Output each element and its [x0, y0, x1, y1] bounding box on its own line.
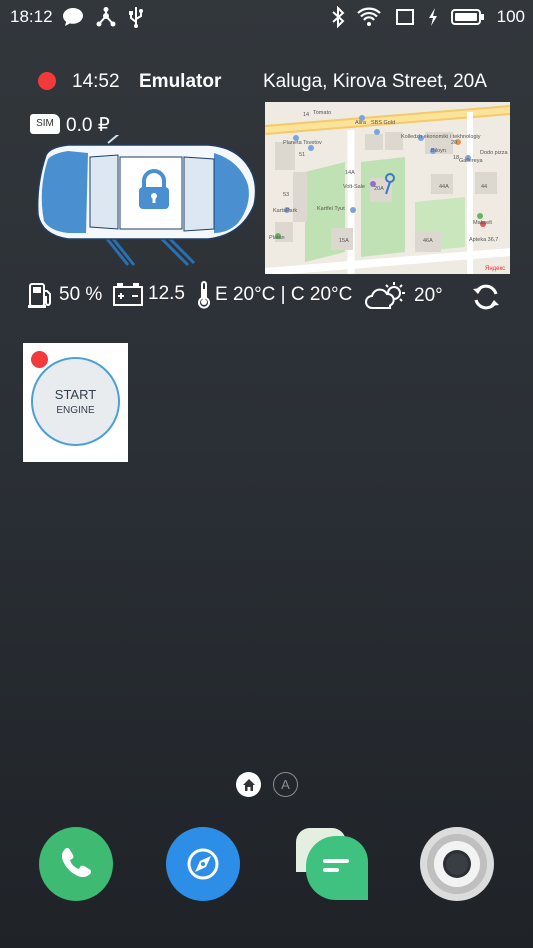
phone-app[interactable] — [38, 826, 114, 902]
map-label: 44 — [481, 184, 487, 190]
temperature-metric: E 20°C | C 20°C — [197, 281, 352, 309]
car-image[interactable] — [28, 135, 260, 270]
weather-metric: 20° — [364, 281, 443, 311]
messages-app[interactable] — [292, 826, 368, 902]
map-label: 20 — [451, 140, 457, 146]
battery-metric: 12.5 — [112, 281, 185, 307]
map-label: Volt-Sale — [343, 184, 365, 190]
map-label: Makselt — [473, 220, 492, 226]
map-label: 15A — [339, 238, 349, 244]
fuel-pump-icon — [28, 283, 51, 308]
page-dot-a[interactable]: A — [273, 772, 298, 797]
wifi-icon — [356, 7, 381, 26]
map-label: 53 — [283, 192, 289, 198]
temperature-value: E 20°C | C 20°C — [215, 284, 353, 305]
widget-time: 14:52 — [72, 71, 120, 92]
screen-cast-icon — [395, 9, 414, 25]
battery-icon — [450, 9, 484, 25]
camera-icon — [443, 850, 471, 878]
sim-icon: SIM — [30, 114, 60, 134]
refresh-icon[interactable] — [470, 281, 502, 313]
usb-icon — [129, 7, 143, 28]
device-name: Emulator — [139, 71, 222, 92]
page-indicator: A — [236, 772, 298, 797]
partly-cloudy-icon — [365, 282, 405, 309]
camera-app[interactable] — [419, 826, 495, 902]
weather-value: 20° — [414, 285, 443, 306]
charging-icon — [428, 8, 437, 26]
map-label: SBS Gold — [371, 120, 395, 126]
start-status-dot — [31, 351, 48, 368]
map-attribution: Яндекс — [485, 266, 505, 272]
map-label: Tomato — [313, 110, 331, 116]
map-label: Kolledzh ekonomiki i tekhnologiy — [401, 134, 481, 140]
start-engine-widget[interactable]: START ENGINE — [23, 343, 128, 462]
map-label: 20A — [374, 186, 384, 192]
map-label: 51 — [299, 152, 305, 158]
map-label: Dodo pizza — [480, 150, 508, 156]
map-label: 46A — [423, 238, 433, 244]
battery-voltage-value: 12.5 — [148, 283, 185, 304]
share-nodes-icon — [96, 7, 116, 27]
bluetooth-icon — [331, 6, 345, 28]
start-label: START — [54, 387, 97, 402]
car-address: Kaluga, Kirova Street, 20A — [263, 71, 487, 92]
map-label: Gallereya — [459, 158, 483, 164]
status-bar: 18:12 100 — [0, 0, 533, 34]
engine-label: ENGINE — [56, 405, 95, 416]
car-battery-icon — [113, 283, 143, 306]
metrics-row: 50 % 12.5 E 20°C | C 20°C 20° — [0, 281, 533, 317]
map-label: Biloyn — [431, 148, 446, 154]
map-label: 14 — [303, 112, 309, 118]
map-label: Platan — [269, 235, 285, 241]
home-icon — [242, 778, 255, 791]
map-label: Alira — [355, 120, 367, 126]
map-label: 44A — [439, 184, 449, 190]
fuel-metric: 50 % — [27, 281, 102, 309]
map-label: 14A — [345, 170, 355, 176]
chat-bubble-icon — [63, 8, 83, 26]
thermometer-icon — [198, 281, 210, 309]
battery-percent: 100 — [496, 7, 525, 26]
status-indicator-dot — [38, 72, 56, 90]
map-view[interactable]: 14 Tomato Alira SBS Gold 51 Planeta Tsve… — [265, 102, 510, 274]
map-label: Apteka 36,7 — [469, 237, 498, 243]
start-engine-button[interactable]: START ENGINE — [31, 357, 120, 446]
sim-balance: 0.0 ₽ — [66, 115, 110, 136]
map-label: KartsPark — [273, 208, 297, 214]
message-icon — [296, 828, 368, 900]
home-page-dot[interactable] — [236, 772, 261, 797]
fuel-value: 50 % — [59, 284, 103, 305]
status-time: 18:12 — [10, 7, 53, 26]
browser-app[interactable] — [165, 826, 241, 902]
map-label: Planeta Tsvetov — [283, 140, 322, 146]
map-label: Kartfel Tyut — [317, 206, 345, 212]
